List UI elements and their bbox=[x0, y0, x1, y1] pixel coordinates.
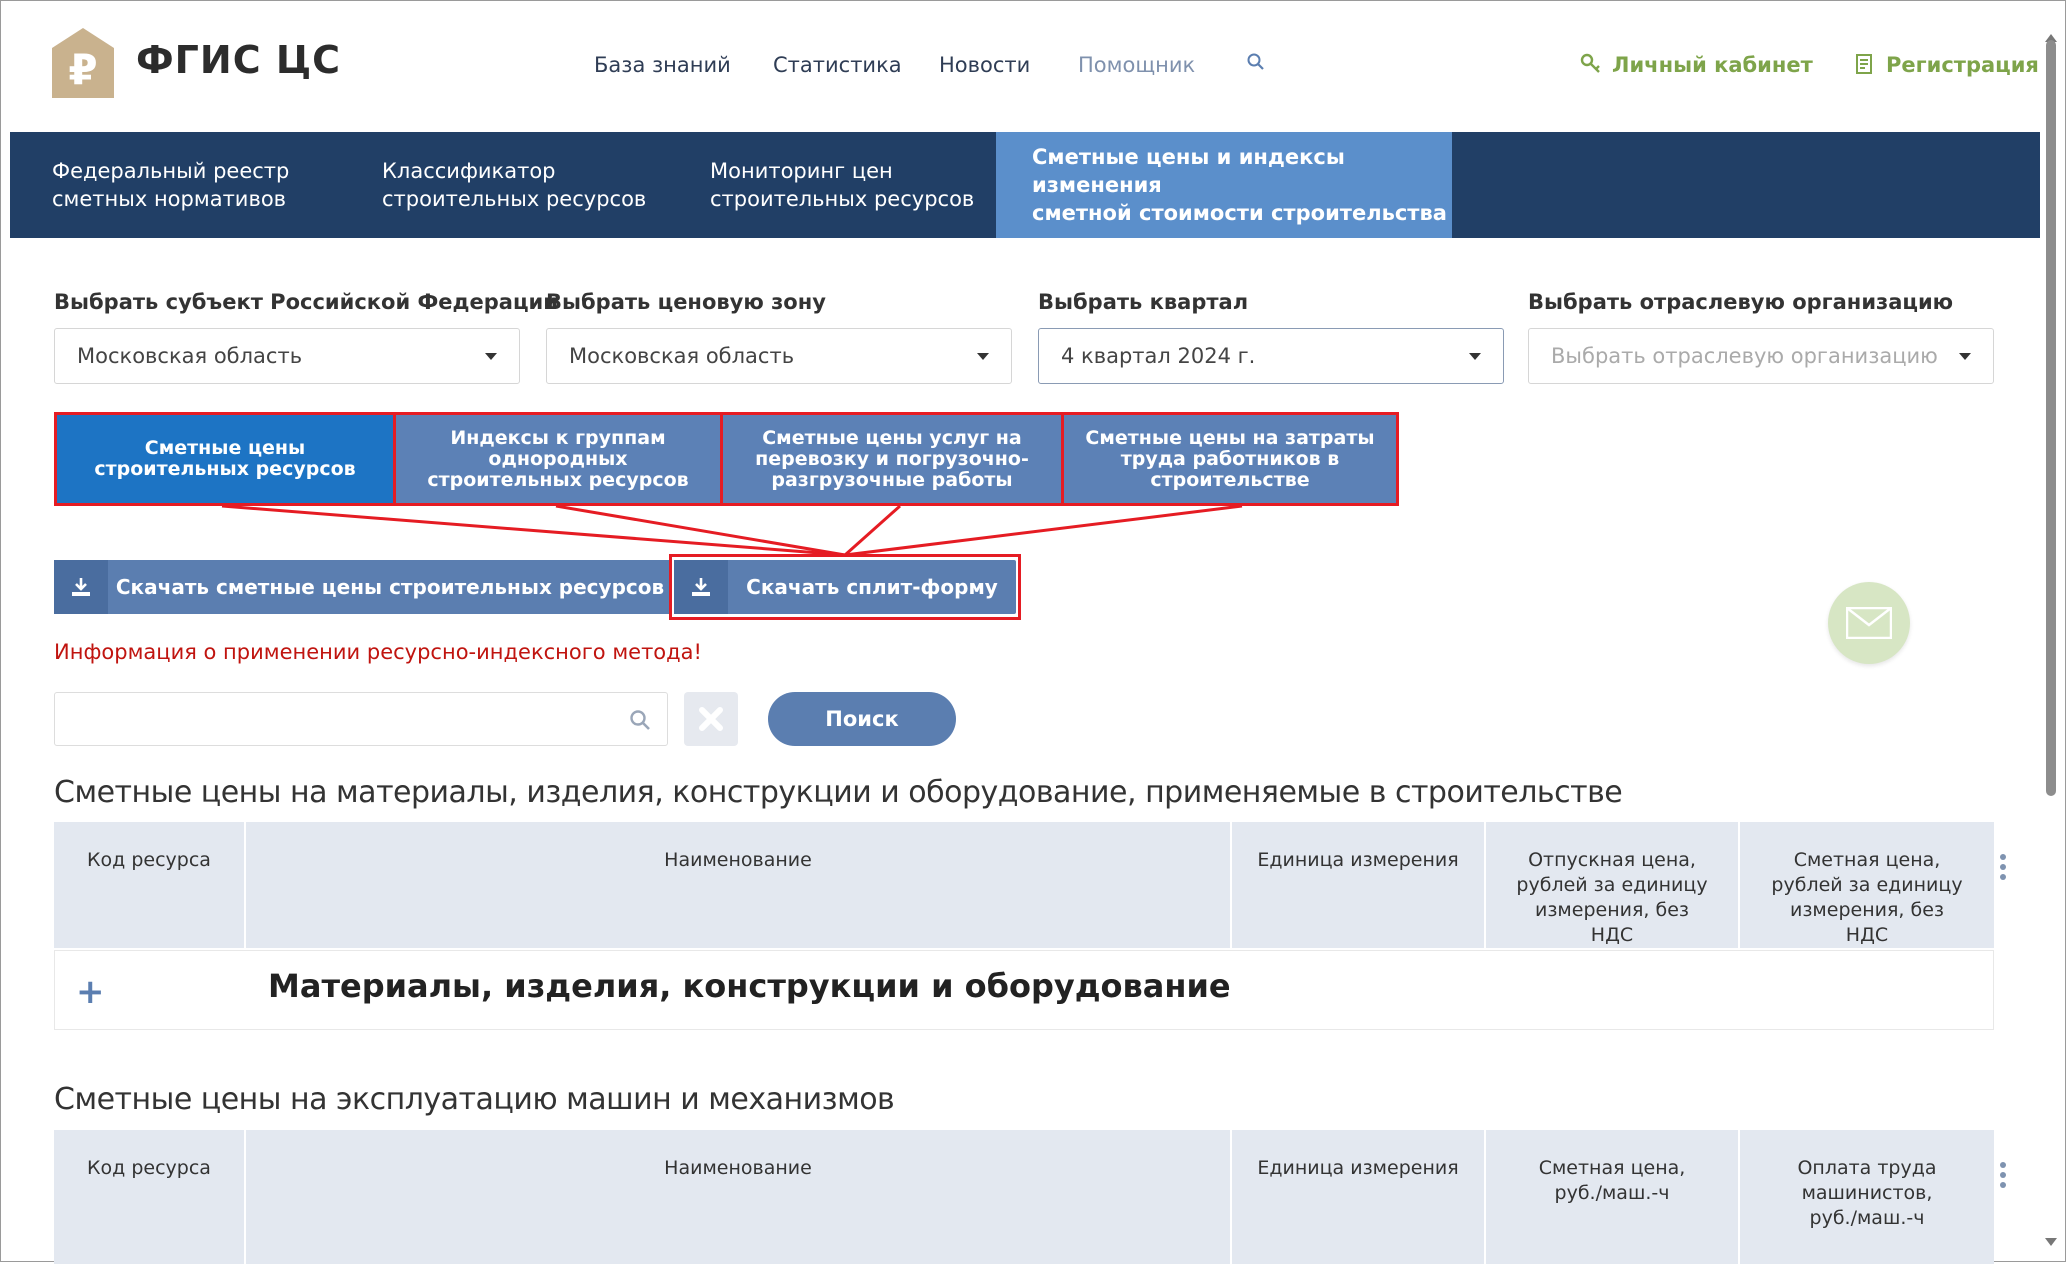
col-header[interactable]: Сметная цена, рублей за единицу измерени… bbox=[1740, 822, 1994, 948]
feedback-button[interactable] bbox=[1828, 582, 1910, 664]
col-header[interactable]: Наименование bbox=[246, 1130, 1232, 1264]
expand-icon[interactable]: + bbox=[76, 972, 105, 1012]
column-menu-icon[interactable] bbox=[2000, 854, 2006, 884]
clear-search-button[interactable] bbox=[684, 692, 738, 746]
col-header[interactable]: Сметная цена, руб./маш.-ч bbox=[1486, 1130, 1740, 1264]
download-split-form-button[interactable]: Скачать сплит-форму bbox=[674, 560, 1016, 614]
section-title-machines: Сметные цены на эксплуатацию машин и мех… bbox=[54, 1082, 895, 1117]
download-resource-prices-button[interactable]: Скачать сметные цены строительных ресурс… bbox=[54, 560, 672, 614]
col-header[interactable]: Единица измерения bbox=[1232, 1130, 1486, 1264]
table-header-machines: Код ресурса Наименование Единица измерен… bbox=[54, 1130, 1994, 1264]
close-icon bbox=[699, 707, 723, 731]
search-button[interactable]: Поиск bbox=[768, 692, 956, 746]
scrollbar-thumb[interactable] bbox=[2046, 40, 2056, 796]
group-row-label: Материалы, изделия, конструкции и оборуд… bbox=[268, 967, 1231, 1005]
scroll-down-icon[interactable] bbox=[2045, 1238, 2057, 1246]
section-title-materials: Сметные цены на материалы, изделия, конс… bbox=[54, 775, 1623, 810]
search-icon bbox=[630, 710, 650, 730]
search-input[interactable] bbox=[54, 692, 668, 746]
download-icon bbox=[674, 560, 728, 614]
info-link[interactable]: Информация о применении ресурсно-индексн… bbox=[54, 640, 702, 664]
download-icon bbox=[54, 560, 108, 614]
mail-icon bbox=[1846, 607, 1892, 639]
col-header[interactable]: Код ресурса bbox=[54, 822, 246, 948]
col-header[interactable]: Код ресурса bbox=[54, 1130, 246, 1264]
table-header-materials: Код ресурса Наименование Единица измерен… bbox=[54, 822, 1994, 948]
col-header[interactable]: Единица измерения bbox=[1232, 822, 1486, 948]
annotation-lines bbox=[221, 504, 1243, 557]
col-header[interactable]: Наименование bbox=[246, 822, 1232, 948]
col-header[interactable]: Оплата труда машинистов, руб./маш.-ч bbox=[1740, 1130, 1994, 1264]
col-header[interactable]: Отпускная цена, рублей за единицу измере… bbox=[1486, 822, 1740, 948]
column-menu-icon[interactable] bbox=[2000, 1162, 2006, 1192]
